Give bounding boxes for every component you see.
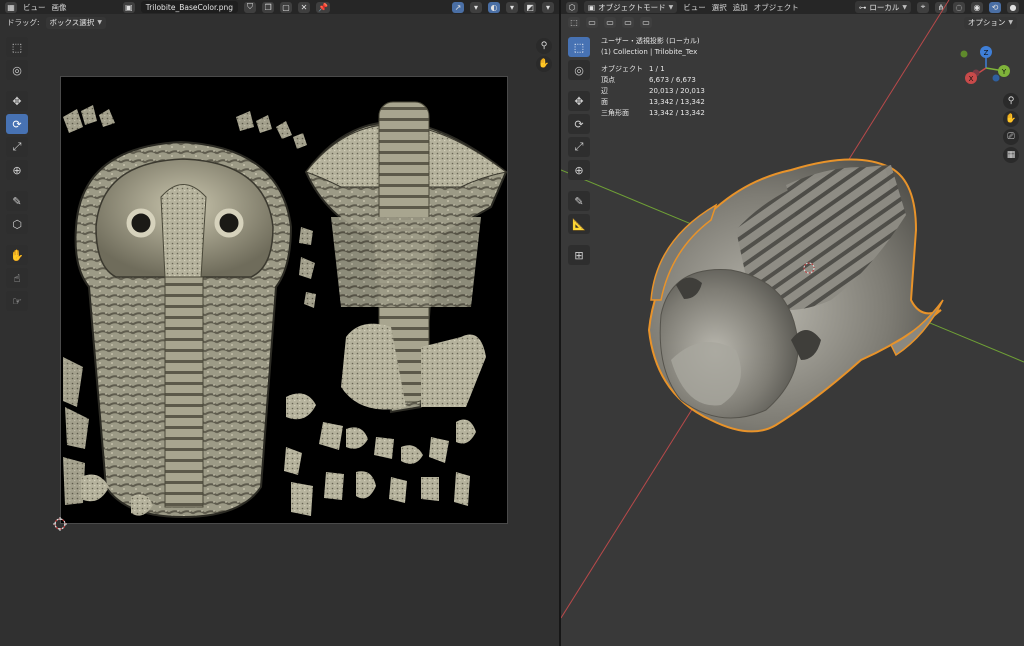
measure-tool-icon[interactable]: 📐	[568, 214, 590, 234]
overlay-toggle-icon[interactable]: ◐	[488, 1, 500, 13]
image-browse-icon[interactable]: ▣	[122, 1, 135, 13]
camera-view-icon[interactable]: ⎚	[1003, 129, 1019, 145]
annotate-tool-icon[interactable]: ✎	[568, 191, 590, 211]
annotate-tool-icon[interactable]: ✎	[6, 191, 28, 211]
chevron-down-icon[interactable]: ▾	[542, 1, 554, 13]
gizmo-x-label: X	[969, 75, 974, 83]
uv-toolbar: ⬚ ◎ ✥ ⟳ ⤢ ⊕ ✎ ⬡ ✋ ☝ ☞	[6, 37, 28, 311]
scale-tool-icon[interactable]: ⤢	[568, 137, 590, 157]
move-tool-icon[interactable]: ✥	[568, 91, 590, 111]
chevron-down-icon: ▼	[97, 19, 102, 26]
view-name: ユーザー・透視投影 (ローカル)	[601, 37, 700, 45]
2d-cursor-icon[interactable]	[53, 517, 67, 531]
pin-icon[interactable]: 📌	[316, 1, 330, 13]
drag-label: ドラッグ:	[7, 18, 40, 27]
editor-type-button[interactable]: ▦	[5, 1, 17, 13]
navigation-gizmo[interactable]: Z Y X	[956, 44, 1016, 92]
trilobite-ventral-texture	[304, 101, 508, 414]
stat-row: 頂点 6,673 / 6,673	[601, 76, 696, 84]
transform-tool-icon[interactable]: ⊕	[6, 160, 28, 180]
cursor-tool-icon[interactable]: ◎	[568, 60, 590, 80]
zoom-icon[interactable]: ⚲	[536, 38, 552, 54]
stat-row: 三角形面 13,342 / 13,342	[601, 109, 705, 117]
duplicate-image-icon[interactable]: ❐	[262, 1, 275, 13]
chevron-down-icon[interactable]: ▾	[506, 1, 518, 13]
viewport-toolbar: ⬚ ◎ ✥ ⟳ ⤢ ⊕ ✎ 📐 ⊞	[568, 37, 590, 265]
move-tool-icon[interactable]: ✥	[6, 91, 28, 111]
pinch-tool-icon[interactable]: ☞	[6, 291, 28, 311]
unlink-image-icon[interactable]: ✕	[298, 1, 311, 13]
perspective-grid-icon[interactable]: ▦	[1003, 147, 1019, 163]
image-name-field[interactable]: Trilobite_BaseColor.png	[140, 1, 239, 13]
pan-hand-icon[interactable]: ✋	[1003, 111, 1019, 127]
stat-row: 辺 20,013 / 20,013	[601, 87, 705, 95]
stat-row: オブジェクト 1 / 1	[601, 65, 665, 73]
display-channels-icon[interactable]: ◩	[524, 1, 536, 13]
rotate-tool-icon[interactable]: ⟳	[6, 114, 28, 134]
3d-viewport-pane[interactable]: ⬡ ▣ オブジェクトモード ▼ ビュー 選択 追加 オブジェクト ⊶ ローカル …	[561, 0, 1024, 646]
trilobite-dorsal-texture	[74, 140, 293, 519]
gizmo-y-label: Y	[1001, 68, 1007, 76]
zoom-icon[interactable]: ⚲	[1003, 93, 1019, 109]
uv-texture-image[interactable]	[60, 76, 508, 524]
drag-mode-value: ボックス選択	[49, 18, 95, 27]
grab-tool-icon[interactable]: ✋	[6, 245, 28, 265]
uv-editor-header: ▦ ビュー 画像 ▣ Trilobite_BaseColor.png ⛉ ❐ ▢…	[0, 0, 559, 14]
uv-editor-pane[interactable]: ▦ ビュー 画像 ▣ Trilobite_BaseColor.png ⛉ ❐ ▢…	[0, 0, 559, 646]
scale-tool-icon[interactable]: ⤢	[6, 137, 28, 157]
menu-view[interactable]: ビュー	[23, 2, 46, 13]
gizmo-toggle-icon[interactable]: ↗	[452, 1, 464, 13]
drag-mode-dropdown[interactable]: ボックス選択 ▼	[45, 16, 106, 29]
new-image-icon[interactable]: ▢	[280, 1, 293, 13]
menu-image[interactable]: 画像	[52, 2, 67, 13]
rip-tool-icon[interactable]: ⬡	[6, 214, 28, 234]
relax-tool-icon[interactable]: ☝	[6, 268, 28, 288]
select-box-tool-icon[interactable]: ⬚	[6, 37, 28, 57]
cursor-tool-icon[interactable]: ◎	[6, 60, 28, 80]
select-box-tool-icon[interactable]: ⬚	[568, 37, 590, 57]
trilobite-texture-drawing	[63, 101, 508, 519]
uv-tool-settings: ドラッグ: ボックス選択 ▼	[0, 14, 559, 31]
gizmo-neg-y-icon[interactable]	[960, 50, 968, 58]
transform-tool-icon[interactable]: ⊕	[568, 160, 590, 180]
stat-row: 面 13,342 / 13,342	[601, 98, 705, 106]
rotate-tool-icon[interactable]: ⟳	[568, 114, 590, 134]
fake-user-shield-icon[interactable]: ⛉	[244, 1, 257, 13]
viewport-statistics: ユーザー・透視投影 (ローカル) (1) Collection | Trilob…	[601, 36, 705, 119]
collection-label: (1) Collection | Trilobite_Tex	[601, 48, 698, 56]
trilobite-mesh[interactable]	[647, 158, 944, 433]
gizmo-z-label: Z	[984, 49, 989, 57]
add-cube-tool-icon[interactable]: ⊞	[568, 245, 590, 265]
chevron-down-icon[interactable]: ▾	[470, 1, 482, 13]
pan-hand-icon[interactable]: ✋	[536, 56, 552, 72]
